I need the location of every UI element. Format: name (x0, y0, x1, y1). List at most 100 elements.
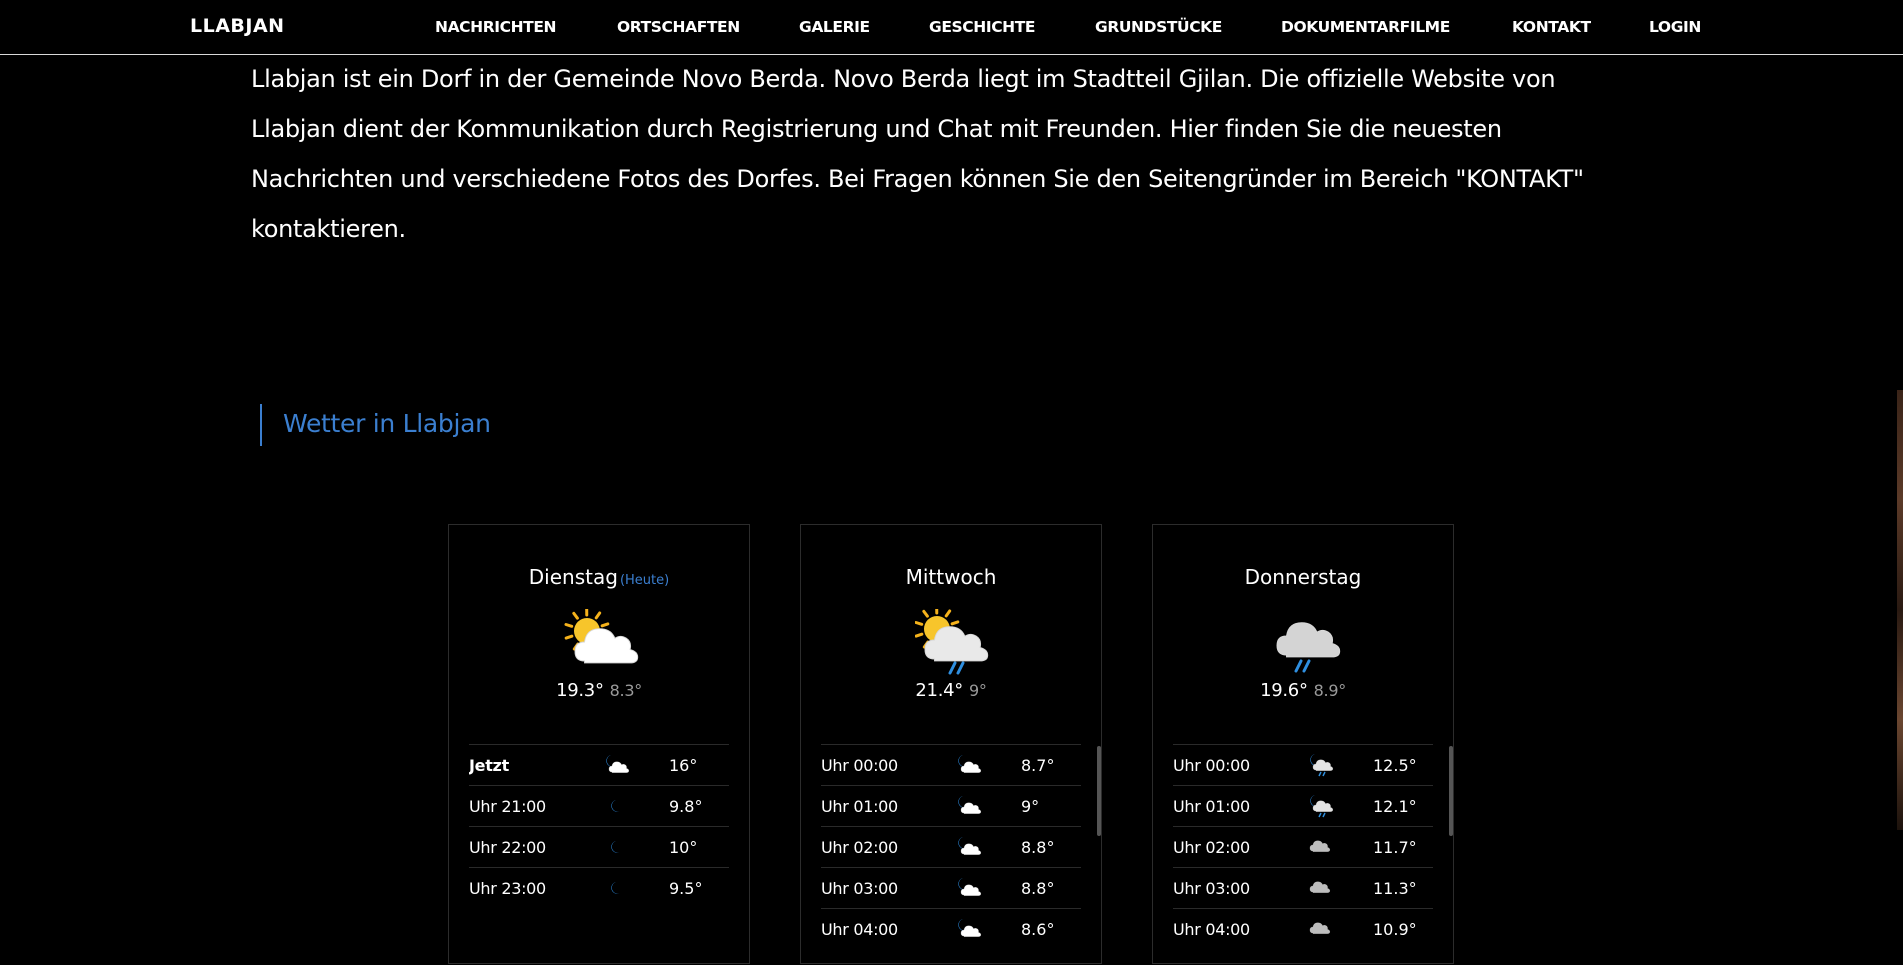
section-title-accent-bar (260, 404, 262, 446)
hourly-row: Uhr 03:00 11.3° (1173, 867, 1433, 908)
weather-card: Mittwoch 21.4° 9° Uhr 00:00 8.7° Uhr 01:0… (800, 524, 1102, 964)
min-temperature: 8.3° (610, 681, 642, 700)
hourly-row: Uhr 03:00 8.8° (821, 867, 1081, 908)
hour-temperature: 8.7° (1021, 756, 1054, 775)
hour-label: Uhr 00:00 (1173, 756, 1250, 775)
cloud-icon (1306, 876, 1334, 900)
intro-paragraph: Llabjan ist ein Dorf in der Gemeinde Nov… (251, 54, 1651, 254)
moon-cloud-icon (954, 835, 982, 859)
hour-label: Jetzt (469, 756, 509, 775)
hour-label: Uhr 01:00 (821, 797, 898, 816)
hour-label: Uhr 02:00 (1173, 838, 1250, 857)
hour-label: Uhr 03:00 (821, 879, 898, 898)
intro-line: Llabjan ist ein Dorf in der Gemeinde Nov… (251, 54, 1651, 104)
weather-day-name: Donnerstag (1153, 565, 1453, 589)
nav-item-dokumentarfilme[interactable]: DOKUMENTARFILME (1281, 18, 1450, 36)
nav-item-galerie[interactable]: GALERIE (799, 18, 870, 36)
moon-cloud-rain-icon (1306, 794, 1334, 818)
hourly-scrollbar[interactable] (1097, 746, 1101, 836)
cloud-icon (1306, 835, 1334, 859)
hourly-row: Uhr 23:00 9.5° (469, 867, 729, 908)
hour-temperature: 10.9° (1373, 920, 1417, 939)
max-temperature: 21.4° (915, 680, 963, 701)
hour-label: Uhr 23:00 (469, 879, 546, 898)
today-badge: (Heute) (620, 573, 669, 588)
moon-cloud-icon (954, 917, 982, 941)
hour-temperature: 16° (669, 756, 697, 775)
hourly-scrollbar[interactable] (1449, 746, 1453, 836)
hourly-forecast-list[interactable]: Uhr 00:00 12.5° Uhr 01:00 12.1° Uhr 02:0… (1173, 744, 1433, 965)
hour-temperature: 12.1° (1373, 797, 1417, 816)
nav-item-nachrichten[interactable]: NACHRICHTEN (435, 18, 556, 36)
hourly-forecast-list[interactable]: Jetzt 16° Uhr 21:00 9.8° Uhr 22:00 10° U… (469, 744, 729, 965)
moon-icon (602, 835, 630, 859)
hour-temperature: 10° (669, 838, 697, 857)
day-label: Dienstag (529, 565, 618, 589)
hourly-row: Uhr 21:00 9.8° (469, 785, 729, 826)
max-temperature: 19.6° (1260, 680, 1308, 701)
hourly-row: Jetzt 16° (469, 744, 729, 785)
hour-label: Uhr 22:00 (469, 838, 546, 857)
cloud-rain-icon (1267, 609, 1343, 679)
hour-label: Uhr 04:00 (1173, 920, 1250, 939)
hourly-row: Uhr 01:00 9° (821, 785, 1081, 826)
hourly-row: Uhr 22:00 10° (469, 826, 729, 867)
hour-label: Uhr 01:00 (1173, 797, 1250, 816)
moon-cloud-icon (954, 794, 982, 818)
hour-temperature: 11.3° (1373, 879, 1417, 898)
moon-cloud-icon (954, 876, 982, 900)
hour-label: Uhr 03:00 (1173, 879, 1250, 898)
hour-temperature: 8.8° (1021, 879, 1054, 898)
nav-item-geschichte[interactable]: GESCHICHTE (929, 18, 1035, 36)
cloud-icon (1306, 917, 1334, 941)
site-logo[interactable]: LLABJAN (190, 15, 285, 37)
hour-label: Uhr 21:00 (469, 797, 546, 816)
hour-temperature: 9° (1021, 797, 1039, 816)
weather-day-name: Mittwoch (801, 565, 1101, 589)
moon-cloud-icon (602, 753, 630, 777)
top-navigation: LLABJAN NACHRICHTEN ORTSCHAFTEN GALERIE … (0, 0, 1903, 55)
moon-cloud-rain-icon (1306, 753, 1334, 777)
hour-temperature: 11.7° (1373, 838, 1417, 857)
hourly-row: Uhr 02:00 8.8° (821, 826, 1081, 867)
min-temperature: 9° (969, 681, 987, 700)
hour-label: Uhr 02:00 (821, 838, 898, 857)
hour-temperature: 9.8° (669, 797, 702, 816)
moon-icon (602, 876, 630, 900)
weather-section-title: Wetter in Llabjan (283, 409, 491, 438)
hourly-row: Uhr 01:00 12.1° (1173, 785, 1433, 826)
weather-card: Donnerstag 19.6° 8.9° Uhr 00:00 12.5° Uhr… (1152, 524, 1454, 964)
temperature-range: 19.3° 8.3° (449, 680, 749, 701)
hourly-forecast-list[interactable]: Uhr 00:00 8.7° Uhr 01:00 9° Uhr 02:00 8.… (821, 744, 1081, 965)
nav-item-kontakt[interactable]: KONTAKT (1512, 18, 1591, 36)
intro-line: kontaktieren. (251, 204, 1651, 254)
sun-cloud-icon (563, 609, 639, 679)
weather-card: Dienstag(Heute) 19.3° 8.3° Jetzt 16° Uhr … (448, 524, 750, 964)
hourly-row: Uhr 00:00 12.5° (1173, 744, 1433, 785)
day-label: Mittwoch (906, 565, 997, 589)
nav-item-ortschaften[interactable]: ORTSCHAFTEN (617, 18, 740, 36)
hour-temperature: 8.6° (1021, 920, 1054, 939)
moon-cloud-icon (954, 753, 982, 777)
nav-item-grundstuecke[interactable]: GRUNDSTÜCKE (1095, 18, 1222, 36)
weather-day-name: Dienstag(Heute) (449, 565, 749, 589)
max-temperature: 19.3° (556, 680, 604, 701)
background-photo-edge (1897, 390, 1903, 830)
hour-temperature: 8.8° (1021, 838, 1054, 857)
hourly-row: Uhr 04:00 10.9° (1173, 908, 1433, 949)
hour-label: Uhr 04:00 (821, 920, 898, 939)
intro-line: Nachrichten und verschiedene Fotos des D… (251, 154, 1651, 204)
hour-temperature: 9.5° (669, 879, 702, 898)
sun-cloud-rain-icon (915, 609, 991, 679)
hourly-row: Uhr 04:00 8.6° (821, 908, 1081, 949)
min-temperature: 8.9° (1314, 681, 1346, 700)
hour-temperature: 12.5° (1373, 756, 1417, 775)
moon-icon (602, 794, 630, 818)
hourly-row: Uhr 00:00 8.7° (821, 744, 1081, 785)
nav-item-login[interactable]: LOGIN (1649, 18, 1701, 36)
temperature-range: 19.6° 8.9° (1153, 680, 1453, 701)
hour-label: Uhr 00:00 (821, 756, 898, 775)
day-label: Donnerstag (1245, 565, 1362, 589)
hourly-row: Uhr 02:00 11.7° (1173, 826, 1433, 867)
intro-line: Llabjan dient der Kommunikation durch Re… (251, 104, 1651, 154)
